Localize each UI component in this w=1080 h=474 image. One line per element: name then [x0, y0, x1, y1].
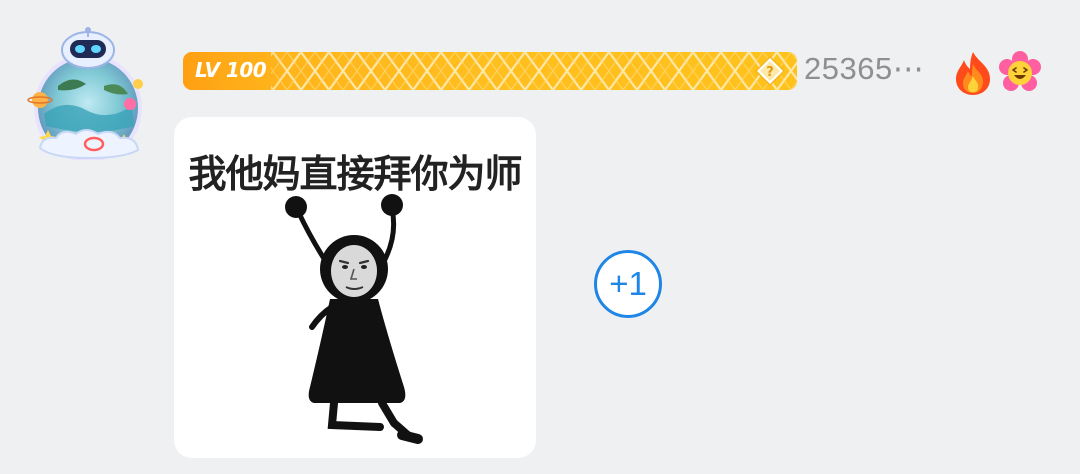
user-avatar[interactable]	[24, 26, 154, 162]
robot-avatar-icon	[27, 27, 143, 162]
username[interactable]: 25365⋯	[804, 51, 924, 87]
fire-icon	[956, 52, 990, 95]
chat-message-row: LV 100 ? 25365⋯ 我他妈直接拜你为师 +1	[0, 0, 1080, 474]
laughing-flower-icon	[999, 51, 1041, 91]
diamond-question-icon: ?	[755, 56, 785, 86]
plus-one-button[interactable]: +1	[594, 250, 662, 318]
level-pattern	[183, 52, 797, 90]
level-badge: LV 100	[183, 52, 797, 90]
level-label: LV 100	[195, 58, 267, 82]
kneeling-figure-image	[285, 194, 423, 444]
meme-sticker[interactable]: 我他妈直接拜你为师	[174, 117, 536, 458]
svg-text:?: ?	[766, 65, 774, 80]
